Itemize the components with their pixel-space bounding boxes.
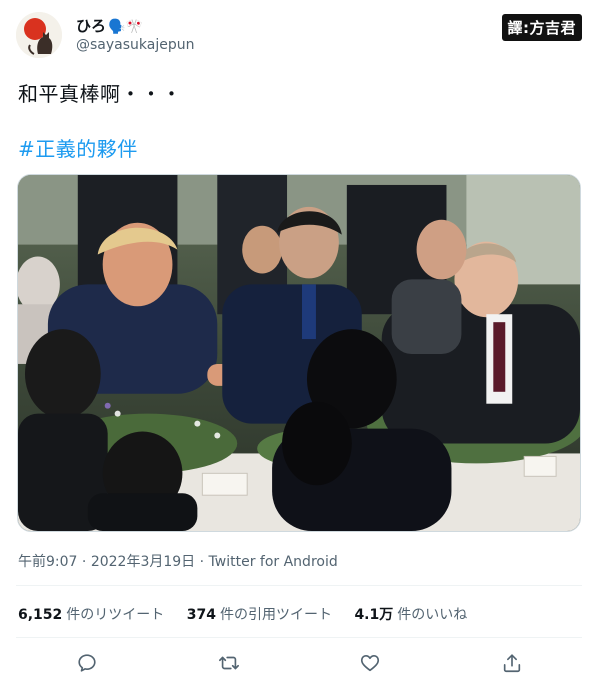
user-handle[interactable]: @sayasukajepun — [76, 37, 194, 53]
display-name-emoji: 🗣️🎌 — [108, 19, 143, 35]
tweet-photo[interactable] — [17, 174, 581, 532]
stat-retweets-label: 件のリツイート — [66, 607, 165, 623]
reply-icon — [78, 654, 96, 672]
stat-quote-tweets-count: 374 — [186, 607, 216, 623]
tweet-source[interactable]: Twitter for Android — [209, 554, 338, 570]
tweet-stats: 6,152 件のリツイート 374 件の引用ツイート 4.1万 件のいいね — [18, 604, 485, 624]
avatar[interactable] — [16, 12, 62, 58]
stat-quote-tweets[interactable]: 374 件の引用ツイート — [187, 604, 332, 624]
stat-likes[interactable]: 4.1万 件のいいね — [354, 604, 467, 624]
meta-separator: · — [199, 554, 205, 570]
display-name[interactable]: ひろ 🗣️🎌 — [76, 15, 143, 36]
tweet: ひろ 🗣️🎌 @sayasukajepun 譯:方吉君 和平真棒啊・・・ #正義的… — [0, 0, 598, 686]
action-bar — [0, 648, 598, 678]
display-name-text: ひろ — [76, 17, 107, 35]
tweet-text: 和平真棒啊・・・ — [18, 82, 182, 106]
share-icon — [503, 654, 521, 673]
stat-likes-count: 4.1万 — [354, 607, 394, 623]
stat-quote-tweets-label: 件の引用ツイート — [219, 607, 332, 623]
stat-retweets-count: 6,152 — [18, 607, 63, 623]
stat-likes-label: 件のいいね — [397, 607, 468, 623]
tweet-time[interactable]: 午前9:07 — [18, 554, 77, 570]
hashtag-link[interactable]: #正義的夥伴 — [18, 133, 138, 162]
reply-button[interactable] — [72, 648, 102, 678]
translator-watermark: 譯:方吉君 — [501, 14, 582, 41]
share-button[interactable] — [497, 648, 527, 678]
divider — [16, 585, 582, 586]
photo-image — [18, 175, 580, 531]
tweet-meta: 午前9:07 · 2022年3月19日 · Twitter for Androi… — [18, 551, 338, 571]
meta-separator: · — [81, 554, 87, 570]
retweet-icon — [219, 656, 239, 670]
like-icon — [360, 655, 380, 672]
retweet-button[interactable] — [214, 648, 244, 678]
tweet-date[interactable]: 2022年3月19日 — [91, 554, 195, 570]
stat-retweets[interactable]: 6,152 件のリツイート — [18, 604, 164, 624]
divider — [16, 637, 582, 638]
like-button[interactable] — [355, 648, 385, 678]
